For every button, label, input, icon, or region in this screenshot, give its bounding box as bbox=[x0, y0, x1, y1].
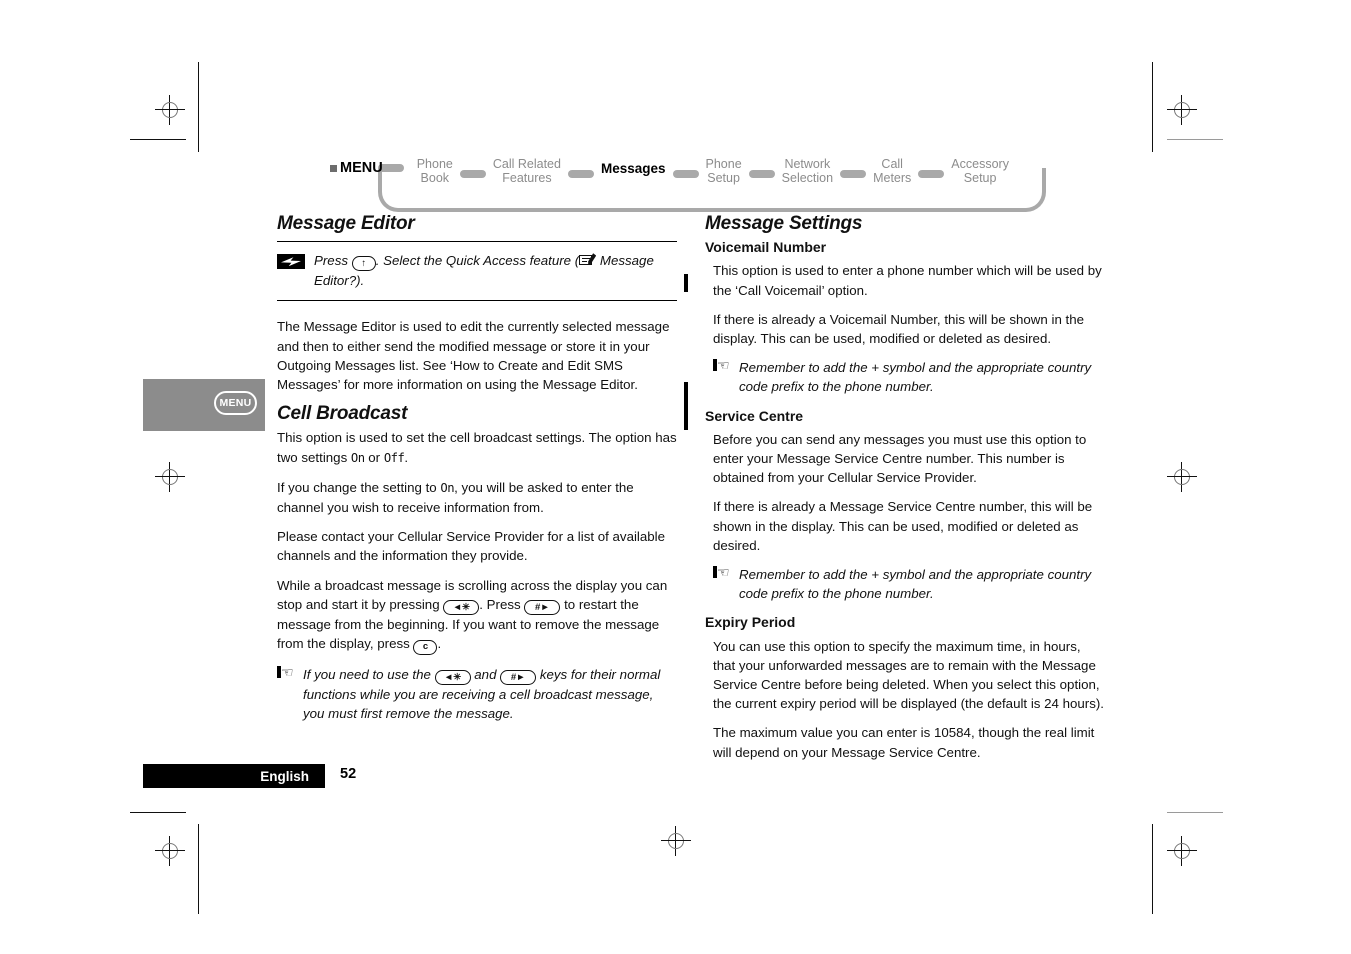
hash-key-icon: #► bbox=[524, 600, 561, 616]
cb-note-a: If you need to use the bbox=[303, 666, 435, 682]
nav-item-messages[interactable]: Messages bbox=[601, 150, 666, 176]
registration-mark-mid-left bbox=[155, 462, 185, 492]
value-on: On bbox=[440, 480, 455, 495]
cell-broadcast-p4: While a broadcast message is scrolling a… bbox=[277, 576, 677, 655]
pointing-hand-icon: ☜ bbox=[277, 665, 302, 679]
value-on: On bbox=[350, 450, 365, 465]
expiry-period-p2: The maximum value you can enter is 10584… bbox=[713, 725, 1095, 760]
cb-p2-a: If you change the setting to bbox=[277, 479, 441, 495]
hash-key-icon: #► bbox=[500, 669, 537, 685]
service-centre-note-text: Remember to add the + symbol and the app… bbox=[739, 567, 1092, 602]
language-label: English bbox=[260, 768, 309, 784]
quick-access-callout: Press ↑. Select the Quick Access feature… bbox=[277, 241, 677, 302]
nav-menu-label: MENU bbox=[340, 160, 383, 176]
crop-rule-right-top bbox=[1152, 62, 1153, 152]
registration-mark-bottom-right bbox=[1167, 836, 1197, 866]
nav-item-network-selection[interactable]: Network Selection bbox=[782, 150, 833, 185]
manual-page: MENU MENU Phone Book Call Related Featur… bbox=[0, 0, 1351, 954]
voicemail-p1: This option is used to enter a phone num… bbox=[713, 263, 1102, 298]
cell-broadcast-note: ☜ If you need to use the ◄✳ and #► keys … bbox=[277, 665, 677, 724]
cb-note-b: and bbox=[470, 666, 501, 682]
cb-p1-b: or bbox=[364, 449, 384, 465]
cell-broadcast-p3: Please contact your Cellular Service Pro… bbox=[277, 529, 666, 564]
service-centre-p1: Before you can send any messages you mus… bbox=[713, 431, 1087, 486]
registration-mark-top-left bbox=[155, 95, 185, 125]
registration-mark-bottom-left bbox=[155, 836, 185, 866]
message-envelope-icon bbox=[579, 253, 597, 267]
registration-mark-bottom-center bbox=[661, 826, 691, 856]
cell-broadcast-note-text: If you need to use the ◄✳ and #► keys fo… bbox=[303, 665, 677, 724]
quick-access-bolt-icon bbox=[277, 254, 305, 270]
right-column: Message Settings Voicemail Number This o… bbox=[705, 214, 1105, 772]
voicemail-note: ☜ Remember to add the + symbol and the a… bbox=[713, 358, 1105, 396]
nav-menu-square-icon bbox=[330, 164, 337, 172]
nav-arrow-icon bbox=[672, 170, 699, 178]
cb-p1-c: . bbox=[404, 449, 409, 465]
cell-broadcast-p2: If you change the setting to On, you wil… bbox=[277, 478, 677, 517]
cell-broadcast-p1: This option is used to set the cell broa… bbox=[277, 428, 677, 467]
nav-arrow-icon bbox=[748, 170, 775, 178]
nav-arrow-icon bbox=[840, 170, 867, 178]
nav-arrow-icon bbox=[567, 170, 594, 178]
subheading-expiry-period: Expiry Period bbox=[705, 614, 796, 631]
star-key-icon: ◄✳ bbox=[434, 669, 471, 685]
pointing-hand-icon: ☜ bbox=[713, 358, 738, 372]
registration-mark-top-right bbox=[1167, 95, 1197, 125]
subheading-service-centre: Service Centre bbox=[705, 407, 804, 424]
change-bar-service-centre bbox=[684, 382, 688, 430]
nav-item-call-related-features[interactable]: Call Related Features bbox=[493, 150, 561, 185]
service-centre-note: ☜ Remember to add the + symbol and the a… bbox=[713, 565, 1105, 603]
nav-arrow-icon bbox=[459, 170, 486, 178]
nav-item-phone-book[interactable]: Phone Book bbox=[417, 150, 453, 185]
heading-message-settings: Message Settings bbox=[705, 213, 863, 234]
service-centre-p2: If there is already a Message Service Ce… bbox=[713, 499, 1093, 553]
page-number: 52 bbox=[340, 766, 357, 782]
heading-cell-broadcast: Cell Broadcast bbox=[277, 403, 408, 425]
quick-access-text: Press ↑. Select the Quick Access feature… bbox=[314, 251, 677, 290]
star-key-icon: ◄✳ bbox=[443, 600, 480, 616]
pointing-hand-icon: ☜ bbox=[713, 565, 738, 579]
menu-key-badge: MENU bbox=[214, 391, 257, 415]
cb-p4-d: . bbox=[437, 636, 442, 652]
voicemail-p2: If there is already a Voicemail Number, … bbox=[713, 311, 1085, 347]
registration-mark-mid-right bbox=[1167, 462, 1197, 492]
crop-rule-bottom-left-h bbox=[130, 812, 186, 813]
crop-rule-left-top bbox=[198, 62, 199, 152]
subheading-voicemail-number: Voicemail Number bbox=[705, 239, 827, 256]
language-footer-bar: English bbox=[143, 764, 325, 788]
change-bar-voicemail bbox=[684, 274, 688, 292]
crop-rule-top-left-h bbox=[130, 139, 186, 140]
voicemail-note-text: Remember to add the + symbol and the app… bbox=[739, 360, 1092, 395]
message-editor-body: The Message Editor is used to edit the c… bbox=[277, 319, 670, 393]
expiry-period-p1: You can use this option to specify the m… bbox=[713, 638, 1104, 712]
nav-item-phone-setup[interactable]: Phone Setup bbox=[706, 150, 742, 185]
up-arrow-key-icon: ↑ bbox=[351, 256, 376, 272]
nav-item-accessory-setup[interactable]: Accessory Setup bbox=[951, 150, 1009, 185]
nav-arrow-icon bbox=[918, 170, 945, 178]
crop-rule-bottom-right-h bbox=[1167, 812, 1223, 813]
clear-key-icon: c bbox=[413, 639, 438, 655]
crop-rule-left-bottom bbox=[198, 824, 199, 914]
side-menu-tab: MENU bbox=[143, 379, 265, 431]
press-label: Press bbox=[314, 253, 348, 269]
cb-p4-b: . Press bbox=[479, 596, 525, 612]
crop-rule-right-bottom bbox=[1152, 824, 1153, 914]
nav-item-call-meters[interactable]: Call Meters bbox=[873, 150, 911, 185]
callout-text-after-key: . Select the Quick Access feature ( bbox=[375, 253, 580, 269]
crop-rule-top-right-h bbox=[1167, 139, 1223, 140]
heading-message-editor: Message Editor bbox=[277, 213, 415, 234]
value-off: Off bbox=[383, 450, 405, 465]
cb-p1-a: This option is used to set the cell broa… bbox=[277, 430, 677, 465]
menu-breadcrumb-nav: MENU Phone Book Call Related Features Me… bbox=[330, 150, 1046, 212]
nav-menu-root[interactable]: MENU bbox=[330, 150, 383, 176]
left-column: Message Editor Press ↑. Select the Quick… bbox=[277, 214, 677, 733]
